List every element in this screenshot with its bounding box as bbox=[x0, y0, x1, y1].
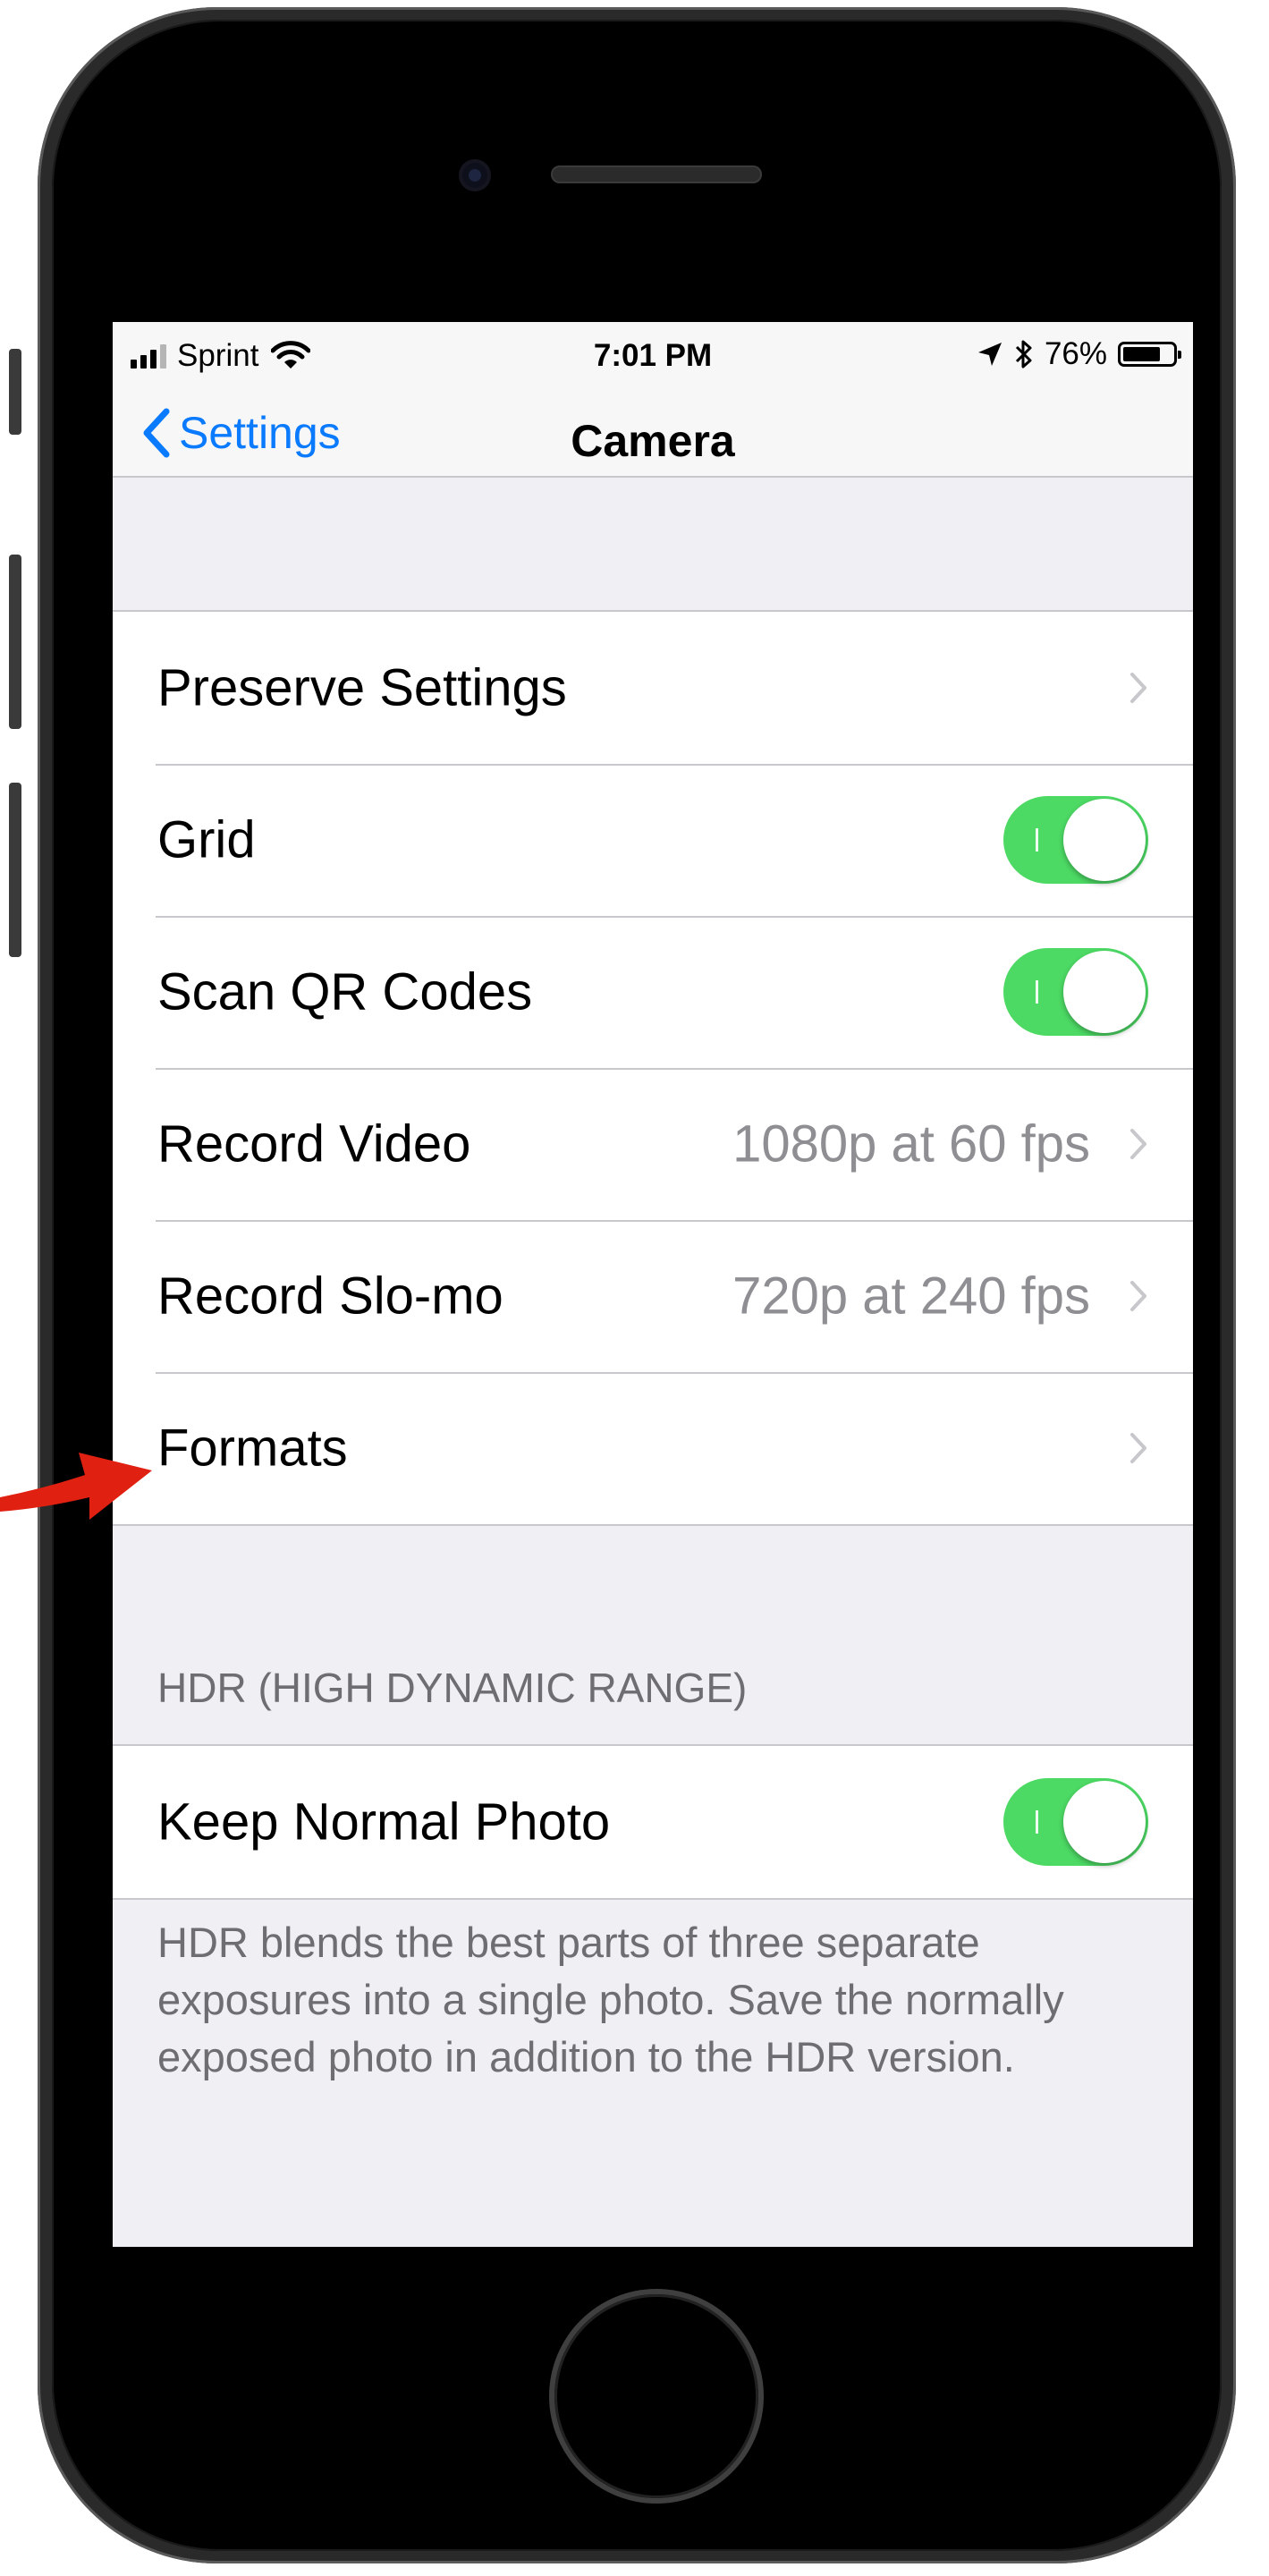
camera-settings-group: Preserve Settings Grid Scan QR Codes Rec… bbox=[113, 610, 1193, 1526]
volume-up-button bbox=[9, 555, 21, 729]
battery-icon bbox=[1118, 342, 1181, 367]
status-bar: Sprint 7:01 PM 76% bbox=[113, 322, 1193, 388]
back-button[interactable]: Settings bbox=[140, 406, 341, 460]
row-label: Record Video bbox=[157, 1114, 471, 1174]
home-button[interactable] bbox=[554, 2294, 758, 2498]
row-value: 720p at 240 fps bbox=[732, 1267, 1090, 1326]
mute-switch bbox=[9, 349, 21, 435]
record-slo-mo-row[interactable]: Record Slo-mo 720p at 240 fps bbox=[113, 1220, 1193, 1372]
row-label: Grid bbox=[157, 810, 256, 869]
volume-down-button bbox=[9, 783, 21, 957]
chevron-right-icon bbox=[1130, 673, 1146, 703]
location-arrow-icon bbox=[977, 343, 1002, 366]
grid-toggle[interactable] bbox=[1003, 796, 1148, 884]
battery-percent: 76% bbox=[1044, 336, 1107, 371]
front-camera bbox=[459, 159, 491, 191]
chevron-right-icon bbox=[1130, 1129, 1146, 1159]
scan-qr-codes-row: Scan QR Codes bbox=[113, 916, 1193, 1068]
chevron-right-icon bbox=[1130, 1433, 1146, 1463]
row-label: Keep Normal Photo bbox=[157, 1792, 611, 1852]
keep-normal-photo-toggle[interactable] bbox=[1003, 1778, 1148, 1866]
chevron-right-icon bbox=[1130, 1281, 1146, 1311]
scan-qr-codes-toggle[interactable] bbox=[1003, 948, 1148, 1036]
row-label: Preserve Settings bbox=[157, 658, 567, 717]
hdr-settings-group: Keep Normal Photo bbox=[113, 1744, 1193, 1900]
hdr-section-header: HDR (HIGH DYNAMIC RANGE) bbox=[157, 1665, 748, 1711]
annotation-arrow-icon bbox=[0, 1453, 152, 1520]
row-label: Scan QR Codes bbox=[157, 962, 533, 1021]
formats-row[interactable]: Formats bbox=[113, 1372, 1193, 1524]
preserve-settings-row[interactable]: Preserve Settings bbox=[113, 612, 1193, 764]
grid-row: Grid bbox=[113, 764, 1193, 916]
hdr-footer-text: HDR blends the best parts of three separ… bbox=[157, 1919, 1064, 2080]
back-button-label: Settings bbox=[179, 408, 341, 458]
bluetooth-icon bbox=[1015, 340, 1032, 369]
keep-normal-photo-row: Keep Normal Photo bbox=[113, 1746, 1193, 1898]
row-label: Record Slo-mo bbox=[157, 1267, 503, 1326]
navigation-bar: Settings Camera bbox=[113, 388, 1193, 478]
row-label: Formats bbox=[157, 1419, 348, 1478]
record-video-row[interactable]: Record Video 1080p at 60 fps bbox=[113, 1068, 1193, 1220]
back-chevron-icon bbox=[143, 408, 170, 458]
screen: Sprint 7:01 PM 76% Settings Camera Prese… bbox=[113, 322, 1193, 2247]
earpiece-speaker bbox=[551, 165, 762, 183]
row-value: 1080p at 60 fps bbox=[732, 1114, 1090, 1174]
